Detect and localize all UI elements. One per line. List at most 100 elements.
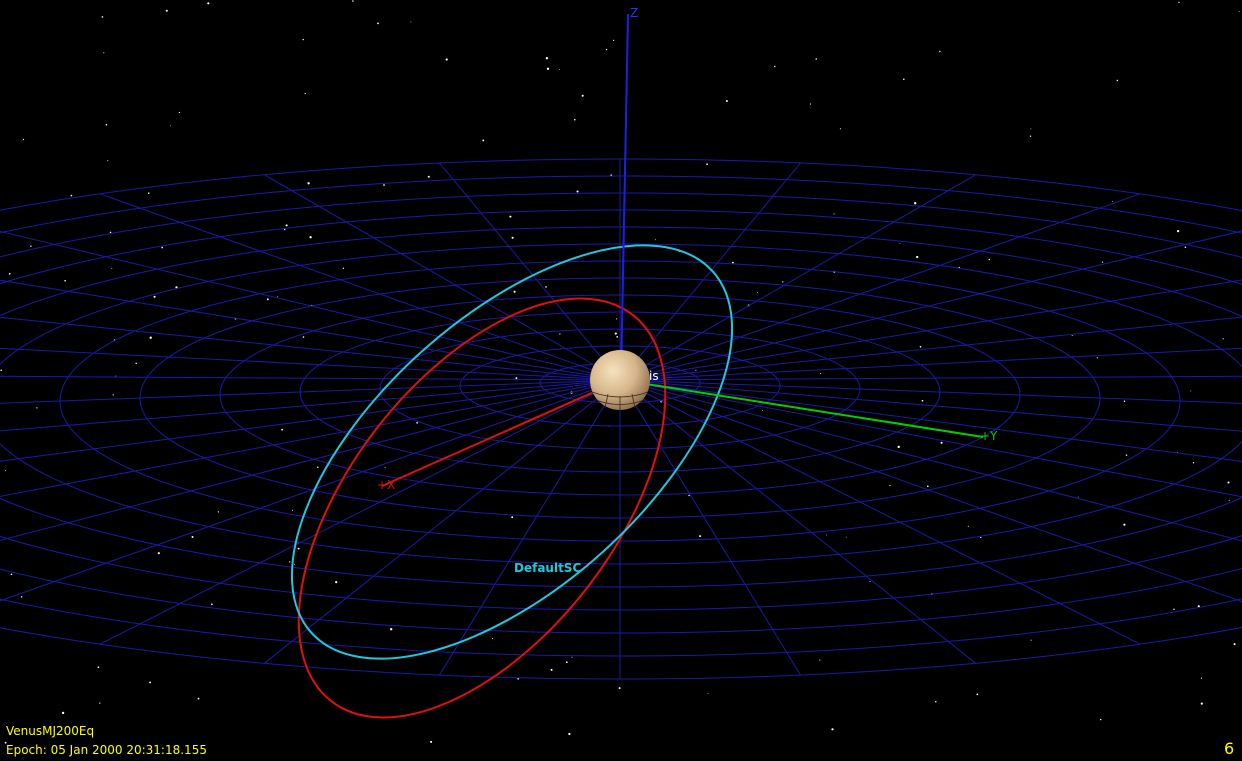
star bbox=[149, 681, 152, 684]
star bbox=[384, 467, 386, 469]
star bbox=[161, 246, 163, 249]
3d-orbit-view[interactable]: Z +Y +X is DefaultSC bbox=[0, 0, 1242, 761]
star bbox=[568, 732, 571, 736]
star bbox=[291, 509, 294, 511]
star bbox=[211, 603, 213, 606]
star bbox=[545, 57, 549, 60]
star bbox=[99, 702, 101, 704]
star bbox=[1233, 643, 1236, 646]
star bbox=[1099, 718, 1102, 721]
star bbox=[297, 547, 300, 550]
star bbox=[335, 581, 338, 584]
star bbox=[20, 596, 23, 598]
star bbox=[445, 58, 448, 61]
star bbox=[576, 190, 579, 193]
star bbox=[809, 103, 812, 105]
star bbox=[1029, 135, 1032, 137]
star bbox=[266, 298, 269, 301]
star bbox=[157, 552, 160, 555]
star bbox=[1101, 261, 1104, 263]
z-axis-label: Z bbox=[630, 6, 638, 20]
star bbox=[826, 534, 828, 536]
venus-body[interactable] bbox=[590, 350, 650, 410]
star bbox=[550, 668, 553, 671]
star bbox=[1238, 11, 1240, 13]
star bbox=[1111, 201, 1113, 202]
star bbox=[427, 175, 430, 178]
star bbox=[988, 258, 991, 261]
star bbox=[30, 245, 32, 247]
star bbox=[492, 638, 493, 639]
star bbox=[571, 656, 573, 658]
star bbox=[1228, 499, 1230, 501]
star bbox=[903, 78, 905, 81]
star bbox=[1200, 677, 1203, 679]
star bbox=[688, 494, 690, 497]
star bbox=[1178, 1, 1180, 4]
star bbox=[1096, 357, 1098, 359]
star bbox=[935, 701, 937, 703]
star bbox=[919, 345, 922, 348]
star bbox=[165, 9, 168, 12]
star bbox=[899, 243, 901, 244]
star bbox=[107, 160, 109, 162]
star bbox=[1123, 523, 1126, 526]
star bbox=[757, 291, 759, 293]
star bbox=[616, 336, 619, 338]
star bbox=[559, 333, 561, 335]
star bbox=[1190, 390, 1192, 392]
star bbox=[565, 661, 568, 664]
star bbox=[153, 295, 156, 298]
star bbox=[889, 484, 891, 487]
star bbox=[410, 21, 412, 23]
star bbox=[616, 318, 618, 320]
star bbox=[695, 369, 697, 371]
star bbox=[5, 470, 7, 472]
star bbox=[317, 466, 319, 469]
star bbox=[36, 407, 38, 409]
star bbox=[281, 428, 283, 431]
star bbox=[1071, 335, 1073, 336]
star bbox=[845, 536, 847, 538]
star bbox=[103, 52, 105, 54]
star bbox=[833, 213, 835, 215]
star bbox=[170, 125, 171, 127]
star bbox=[546, 67, 550, 70]
star bbox=[64, 279, 66, 282]
star bbox=[509, 215, 512, 218]
star bbox=[914, 202, 917, 205]
star bbox=[980, 536, 982, 539]
star bbox=[149, 336, 152, 339]
star bbox=[511, 236, 514, 239]
star bbox=[614, 332, 617, 335]
star bbox=[352, 0, 354, 2]
star bbox=[831, 728, 834, 731]
star bbox=[178, 111, 181, 114]
star bbox=[105, 123, 108, 126]
star bbox=[559, 68, 560, 70]
star bbox=[377, 22, 379, 25]
star bbox=[217, 511, 220, 513]
star bbox=[191, 536, 194, 538]
star bbox=[511, 516, 514, 519]
star bbox=[1173, 608, 1175, 611]
star bbox=[1116, 79, 1119, 82]
star bbox=[302, 336, 305, 338]
star bbox=[762, 410, 764, 412]
star bbox=[22, 138, 25, 141]
star bbox=[732, 261, 734, 264]
star bbox=[101, 16, 104, 18]
star bbox=[109, 231, 112, 234]
spacecraft-label[interactable]: DefaultSC bbox=[514, 561, 581, 575]
corner-indicator: 6 bbox=[1224, 739, 1235, 758]
star bbox=[416, 421, 418, 424]
star bbox=[605, 48, 608, 51]
star bbox=[0, 369, 2, 372]
star bbox=[1222, 338, 1224, 340]
star bbox=[654, 239, 656, 241]
star bbox=[1227, 481, 1230, 484]
star bbox=[707, 693, 709, 694]
star bbox=[820, 372, 821, 374]
star bbox=[939, 50, 941, 53]
star bbox=[383, 184, 385, 186]
